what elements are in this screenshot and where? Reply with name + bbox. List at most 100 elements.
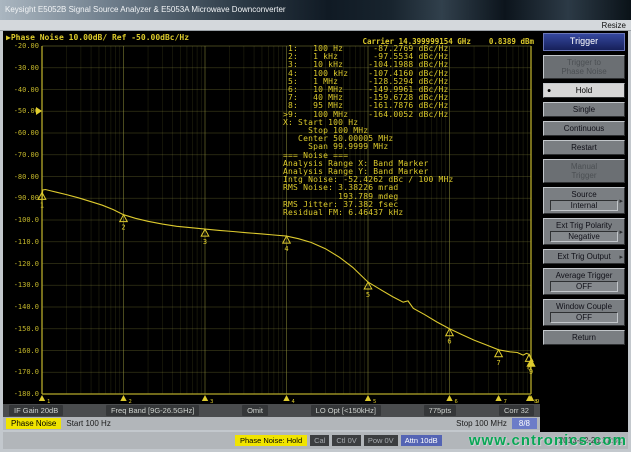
softkey-value: Internal (550, 200, 618, 211)
submenu-arrow-icon: ▸ (619, 253, 623, 261)
trace-scale-label: Phase Noise 10.00dB/ Ref -50.00dBc/Hz (11, 33, 189, 42)
softkey-restart[interactable]: Restart (543, 140, 625, 155)
carrier-power: 0.8389 dBm (489, 37, 534, 46)
measurement-status-bar: IF Gain 20dB Freq Band [9G-26.5GHz] Omit LO… (3, 404, 540, 417)
svg-text:3: 3 (203, 238, 207, 246)
status-chip-lo-opt-150khz: LO Opt [<150kHz] (311, 405, 381, 416)
softkey-label: Continuous (545, 124, 623, 133)
softkey-trigger-to-phase-noise: Trigger toPhase Noise (543, 55, 625, 79)
marker-axis-tick-3: 3 (202, 395, 214, 404)
y-axis-tick-label: -120.0 (3, 261, 39, 268)
softkey-manual-trigger: ManualTrigger (543, 159, 625, 183)
taskbar-chip-ctl-0v: Ctl 0V (332, 435, 360, 446)
status-chip-if-gain-20db: IF Gain 20dB (9, 405, 63, 416)
softkey-menu-title: Trigger (543, 33, 625, 51)
softkey-label: Single (545, 105, 623, 114)
taskbar-chip-pow-0v: Pow 0V (364, 435, 398, 446)
status-chip-freq-band-9g-26-5ghz: Freq Band [9G-26.5GHz] (106, 405, 199, 416)
marker-axis-tick-7: 7 (495, 395, 507, 404)
y-axis-tick-label: -140.0 (3, 304, 39, 311)
softkey-single[interactable]: Single (543, 102, 625, 117)
y-axis-tick-label: -130.0 (3, 282, 39, 289)
y-axis-tick-label: -180.0 (3, 391, 39, 398)
carrier-readout: Carrier 14.399999154 GHz 0.8389 dBm (362, 37, 534, 46)
phase-noise-plot[interactable]: 112233445566778899 1: 100 Hz -87.2769 dB… (3, 44, 540, 404)
y-axis-tick-label: -170.0 (3, 369, 39, 376)
y-axis-tick-label: -50.00 (3, 108, 39, 115)
softkey-ext-trig-polarity[interactable]: Ext Trig PolarityNegative▸ (543, 218, 625, 245)
softkey-label: Hold (545, 86, 623, 95)
y-axis-tick-label: -30.00 (3, 65, 39, 72)
menu-bar: Resize (0, 20, 631, 31)
svg-text:9: 9 (529, 368, 533, 376)
status-chip-775pts: 775pts (424, 405, 457, 416)
y-axis-tick-label: -40.00 (3, 87, 39, 94)
softkey-source[interactable]: SourceInternal▸ (543, 187, 625, 214)
selected-bullet-icon: ● (547, 87, 551, 94)
carrier-frequency: Carrier 14.399999154 GHz (362, 37, 470, 46)
y-axis-tick-label: -110.0 (3, 239, 39, 246)
mode-chip: Phase Noise (6, 418, 61, 429)
softkey-value: Negative (550, 231, 618, 242)
softkey-sidebar: Trigger Trigger toPhase Noise ●Hold Single… (540, 31, 628, 432)
softkey-label: Trigger to (545, 58, 623, 67)
softkey-window-couple[interactable]: Window CoupleOFF (543, 299, 625, 326)
taskbar-chip-attn-10db: Attn 10dB (401, 435, 442, 446)
window-title: Keysight E5052B Signal Source Analyzer &… (5, 5, 286, 14)
softkey-hold[interactable]: ●Hold (543, 83, 625, 98)
marker-axis-tick-2: 2 (120, 395, 132, 404)
softkey-label: Return (545, 333, 623, 342)
softkey-continuous[interactable]: Continuous (543, 121, 625, 136)
y-axis-tick-label: -90.00 (3, 195, 39, 202)
reference-level-arrow-icon (36, 107, 42, 115)
sweep-status-bar: Phase Noise Start 100 Hz Stop 100 MHz 8/… (3, 417, 540, 430)
svg-text:2: 2 (121, 224, 125, 232)
softkey-label: Phase Noise (545, 67, 623, 76)
softkey-label: Average Trigger (545, 271, 623, 280)
marker-axis-tick-1: 1 (39, 395, 51, 404)
sweep-stop-label: Stop 100 MHz (456, 419, 507, 428)
softkey-label: Ext Trig Polarity (545, 221, 623, 230)
y-axis-tick-label: -80.00 (3, 174, 39, 181)
y-axis-tick-label: -60.00 (3, 130, 39, 137)
softkey-label: Restart (545, 143, 623, 152)
page-indicator: 8/8 (512, 418, 537, 429)
taskbar-chip-cal: Cal (310, 435, 329, 446)
svg-text:4: 4 (284, 245, 288, 253)
taskbar-chip-phase-noise-hold: Phase Noise: Hold (235, 435, 307, 446)
y-axis-tick-label: -20.00 (3, 43, 39, 50)
marker-axis-tick-5: 5 (365, 395, 377, 404)
softkey-return[interactable]: Return (543, 330, 625, 345)
bottom-taskbar: Phase Noise: HoldCalCtl 0V Pow 0VAttn 10d… (3, 432, 628, 449)
svg-text:6: 6 (447, 338, 451, 346)
softkey-label: Trigger (545, 171, 623, 180)
softkey-label: Window Couple (545, 302, 623, 311)
title-bar[interactable]: Keysight E5052B Signal Source Analyzer &… (0, 0, 631, 20)
svg-text:1: 1 (40, 201, 44, 209)
y-axis-tick-label: -100.0 (3, 217, 39, 224)
y-axis-tick-label: -160.0 (3, 348, 39, 355)
status-chip-omit: Omit (242, 405, 268, 416)
submenu-arrow-icon: ▸ (619, 228, 623, 236)
svg-text:5: 5 (366, 291, 370, 299)
instrument-screen: ▶Phase Noise 10.00dB/ Ref -50.00dBc/Hz C… (3, 31, 540, 430)
svg-text:7: 7 (496, 359, 500, 367)
softkey-ext-trig-output[interactable]: Ext Trig Output▸ (543, 249, 625, 264)
softkey-label: Manual (545, 162, 623, 171)
watermark: www.cntronics.com (469, 432, 627, 449)
softkey-label: Ext Trig Output (545, 252, 623, 261)
y-axis-tick-label: -150.0 (3, 326, 39, 333)
app-window: Keysight E5052B Signal Source Analyzer &… (0, 0, 631, 452)
resize-button[interactable]: Resize (602, 21, 626, 30)
status-chip-corr-32: Corr 32 (499, 405, 534, 416)
submenu-arrow-icon: ▸ (619, 197, 623, 205)
marker-axis-tick-6: 6 (446, 395, 458, 404)
softkey-value: OFF (550, 281, 618, 292)
y-axis-tick-label: -70.00 (3, 152, 39, 159)
softkey-label: Source (545, 190, 623, 199)
marker-axis-tick-4: 4 (283, 395, 295, 404)
softkey-value: OFF (550, 312, 618, 323)
plot-svg: 112233445566778899 (3, 44, 540, 404)
softkey-average-trigger[interactable]: Average TriggerOFF (543, 268, 625, 295)
sweep-start-label: Start 100 Hz (66, 419, 110, 428)
